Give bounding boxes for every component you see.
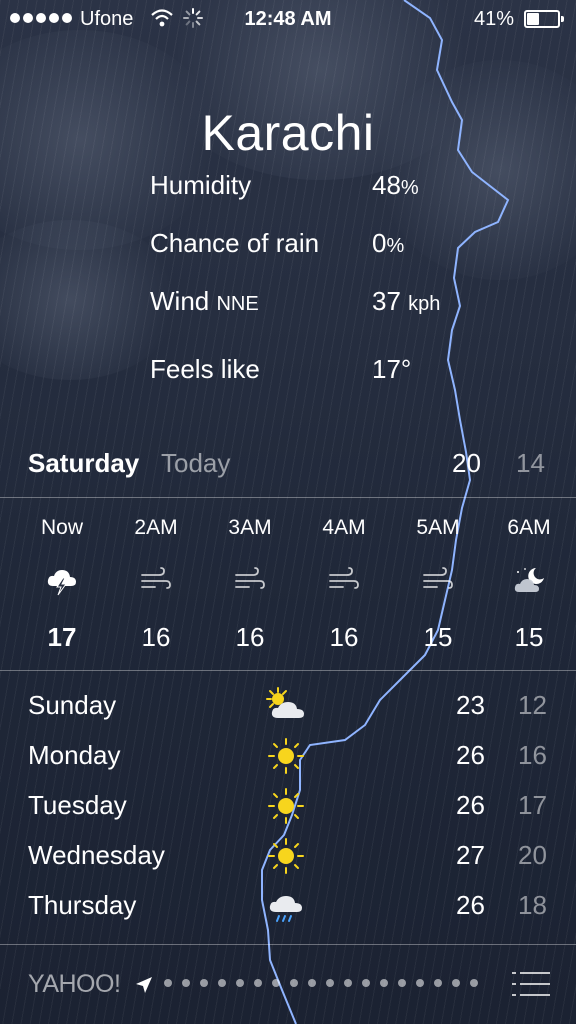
- wind-icon: [329, 567, 359, 589]
- page-dot[interactable]: [380, 979, 388, 987]
- day-low: 20: [518, 840, 547, 870]
- thunderstorm-icon: [47, 570, 76, 596]
- today-low: 14: [516, 448, 545, 478]
- hour-temp: 15: [514, 622, 544, 652]
- today-high: 20: [452, 448, 481, 478]
- page-dot[interactable]: [416, 979, 424, 987]
- sunny-icon: [268, 738, 304, 774]
- day-name: Monday: [28, 740, 121, 770]
- daily-row: Sunday 23 12: [0, 684, 576, 728]
- sunny-icon: [268, 838, 304, 874]
- divider: [0, 944, 576, 945]
- detail-value: 17°: [372, 354, 412, 384]
- battery-percent: 41%: [473, 8, 514, 30]
- hour-label: 5AM: [416, 516, 460, 539]
- page-dot[interactable]: [452, 979, 460, 987]
- location-arrow-icon[interactable]: [134, 975, 154, 995]
- page-dot[interactable]: [326, 979, 334, 987]
- hour-temp: 16: [329, 622, 359, 652]
- day-low: 16: [518, 740, 547, 770]
- hour-temp: 16: [141, 622, 171, 652]
- wind-icon: [423, 567, 453, 589]
- day-name: Thursday: [28, 890, 137, 920]
- day-high: 27: [456, 840, 485, 870]
- day-name: Sunday: [28, 690, 117, 720]
- city-name: Karachi: [201, 105, 375, 161]
- day-low: 12: [518, 690, 547, 720]
- today-summary-row: Saturday Today 20 14: [0, 448, 576, 488]
- partly-cloudy-night-icon: [514, 568, 544, 592]
- hourly-forecast[interactable]: Now 17 2AM 16 3AM 16 4AM 16 5AM 15 6AM 1…: [0, 498, 576, 670]
- battery-icon: [524, 10, 564, 28]
- hour-label: Now: [40, 516, 83, 539]
- yahoo-logo[interactable]: YAHOO!: [28, 970, 121, 999]
- page-dot[interactable]: [344, 979, 352, 987]
- detail-unit: kph: [408, 293, 441, 315]
- page-dot[interactable]: [434, 979, 442, 987]
- day-low: 17: [518, 790, 547, 820]
- day-high: 26: [456, 740, 485, 770]
- page-dot[interactable]: [362, 979, 370, 987]
- hour-temp: 16: [235, 622, 265, 652]
- detail-value: 37: [372, 286, 401, 316]
- daily-row: Wednesday 27 20: [0, 834, 576, 878]
- page-dot[interactable]: [290, 979, 298, 987]
- hour-label: 2AM: [134, 516, 178, 539]
- today-day: Saturday: [28, 448, 140, 478]
- detail-wind: Wind NNE 37 kph: [150, 286, 550, 326]
- page-dot[interactable]: [164, 979, 172, 987]
- detail-humidity: Humidity 48%: [150, 170, 550, 210]
- hour-label: 4AM: [322, 516, 366, 539]
- daily-row: Monday 26 16: [0, 734, 576, 778]
- page-dot[interactable]: [236, 979, 244, 987]
- detail-label: Wind: [150, 286, 210, 316]
- partly-sunny-icon: [266, 687, 304, 718]
- day-name: Wednesday: [28, 840, 165, 870]
- rain-icon: [269, 896, 302, 922]
- hour-label: 3AM: [228, 516, 272, 539]
- sunny-icon: [268, 788, 304, 824]
- page-dot[interactable]: [470, 979, 478, 987]
- page-dot[interactable]: [182, 979, 190, 987]
- wind-icon: [235, 567, 265, 589]
- day-name: Tuesday: [28, 790, 127, 820]
- detail-chance-of-rain: Chance of rain 0%: [150, 228, 550, 268]
- daily-row: Thursday 26 18: [0, 884, 576, 928]
- detail-label: Chance of rain: [150, 228, 320, 258]
- detail-value: 0: [372, 228, 387, 258]
- page-dot[interactable]: [308, 979, 316, 987]
- page-dot[interactable]: [218, 979, 226, 987]
- detail-label: Feels like: [150, 354, 260, 384]
- page-dot[interactable]: [254, 979, 262, 987]
- wind-icon: [141, 567, 171, 589]
- list-icon[interactable]: [512, 970, 550, 998]
- detail-unit: %: [386, 235, 405, 257]
- detail-unit: %: [400, 177, 419, 199]
- hour-label: 6AM: [507, 516, 551, 539]
- detail-label: Humidity: [150, 170, 252, 200]
- footer-toolbar: YAHOO!: [0, 946, 576, 1024]
- day-high: 26: [456, 790, 485, 820]
- page-dot[interactable]: [200, 979, 208, 987]
- day-high: 23: [456, 690, 485, 720]
- divider: [0, 670, 576, 671]
- day-low: 18: [518, 890, 547, 920]
- today-relative: Today: [161, 448, 231, 478]
- page-dot[interactable]: [398, 979, 406, 987]
- status-bar: Ufone 12:48 AM 41%: [0, 0, 576, 40]
- page-dot[interactable]: [272, 979, 280, 987]
- daily-row: Tuesday 26 17: [0, 784, 576, 828]
- detail-value: 48: [372, 170, 401, 200]
- wind-direction: NNE: [216, 293, 259, 315]
- hour-temp: 15: [423, 622, 453, 652]
- day-high: 26: [456, 890, 485, 920]
- detail-feels-like: Feels like 17°: [150, 354, 550, 394]
- hour-temp: 17: [47, 622, 77, 652]
- page-indicator[interactable]: [164, 979, 478, 987]
